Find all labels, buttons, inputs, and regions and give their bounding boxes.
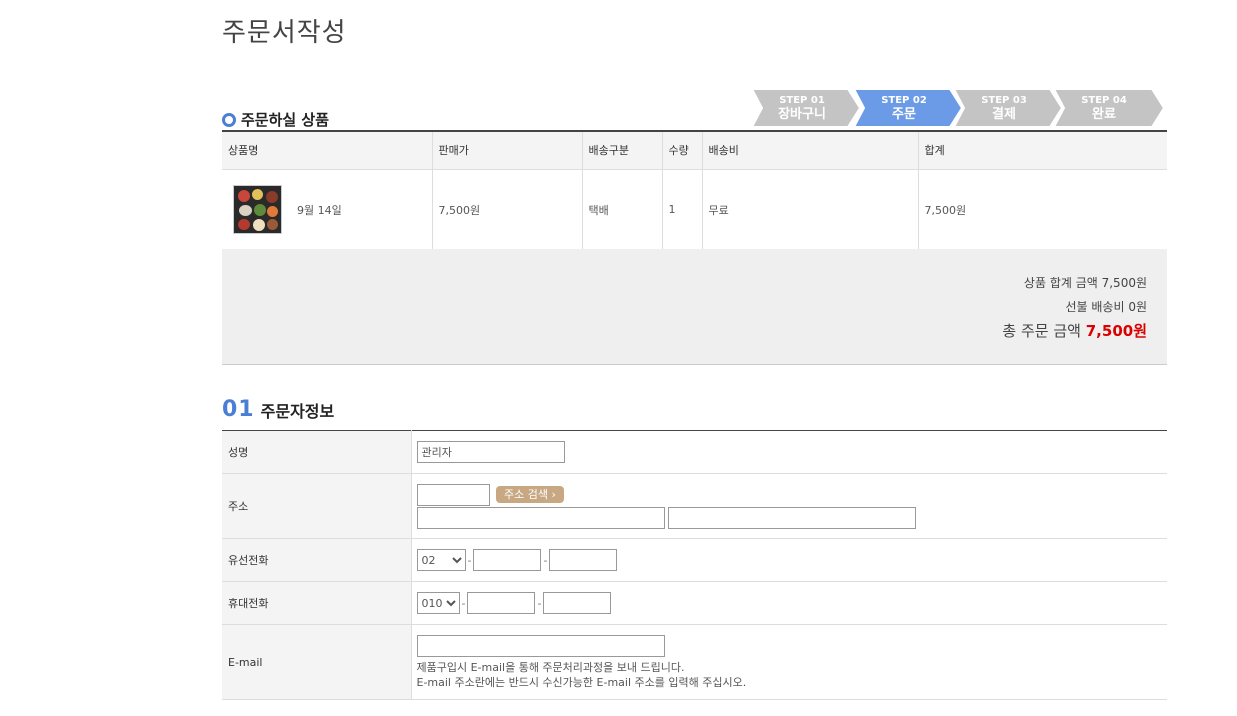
step-label: 완료 <box>1092 107 1116 122</box>
mobile-middle-input[interactable] <box>467 592 536 614</box>
order-summary: 상품 합계 금액 7,500원 선불 배송비 0원 총 주문 금액 7,500원 <box>222 249 1167 365</box>
circle-bullet-icon <box>222 112 236 127</box>
step-number: STEP 04 <box>1081 95 1127 106</box>
phone-label: 유선전화 <box>222 538 412 582</box>
step-number: STEP 03 <box>981 95 1027 106</box>
table-row: 9월 14일 7,500원 택배 1 무료 7,500원 <box>222 169 1167 251</box>
prepaid-shipping-amount: 선불 배송비 0원 <box>1065 300 1147 314</box>
step-label: 주문 <box>892 107 916 122</box>
email-input[interactable] <box>416 634 665 657</box>
zipcode-input[interactable] <box>416 483 490 506</box>
col-header: 배송비 <box>702 130 919 170</box>
col-header: 판매가 <box>432 130 583 170</box>
mobile-last-input[interactable] <box>543 592 612 614</box>
name-input[interactable] <box>416 441 565 463</box>
mobile-label: 휴대전화 <box>222 581 412 625</box>
step-label: 결제 <box>992 107 1016 122</box>
product-thumbnail[interactable] <box>233 185 282 234</box>
form-row-address: 주소 주소 검색 › <box>222 473 1167 539</box>
page-title: 주문서작성 <box>222 18 347 48</box>
col-header: 상품명 <box>222 130 433 170</box>
address-search-button[interactable]: 주소 검색 › <box>496 485 564 503</box>
col-header: 배송구분 <box>582 130 663 170</box>
col-header: 합계 <box>918 130 1167 170</box>
form-row-name: 성명 <box>222 430 1167 474</box>
phone-middle-input[interactable] <box>473 549 542 571</box>
phone-last-input[interactable] <box>549 549 618 571</box>
product-shipping-type: 택배 <box>582 169 663 251</box>
form-row-email: E-mail 제품구입시 E-mail을 통해 주문처리과정을 보내 드립니다.… <box>222 624 1168 700</box>
grand-total: 총 주문 금액 7,500원 <box>1002 320 1147 341</box>
grand-total-value: 7,500원 <box>1085 322 1147 340</box>
product-total-amount: 상품 합계 금액 7,500원 <box>1023 276 1147 290</box>
address-line1-input[interactable] <box>416 506 665 529</box>
step-complete: STEP 04 완료 <box>1054 89 1166 127</box>
form-row-mobile: 휴대전화 010- - <box>222 581 1167 625</box>
step-label: 장바구니 <box>778 107 826 122</box>
mobile-prefix-select[interactable]: 010 <box>416 592 460 614</box>
order-items-table: 상품명 판매가 배송구분 수량 배송비 합계 9월 14일 7,500원 택배 … <box>222 130 1167 251</box>
name-label: 성명 <box>222 430 412 474</box>
product-name[interactable]: 9월 14일 <box>297 202 342 218</box>
order-items-heading: 주문하실 상품 <box>222 109 329 130</box>
product-total: 7,500원 <box>918 169 1167 251</box>
form-row-phone: 유선전화 02- - <box>222 538 1167 582</box>
step-payment: STEP 03 결제 <box>954 89 1066 127</box>
step-order: STEP 02 주문 <box>854 89 966 127</box>
product-shipping-fee: 무료 <box>702 169 919 251</box>
product-price: 7,500원 <box>432 169 583 251</box>
orderer-info-title: 주문자정보 <box>260 401 335 421</box>
order-steps: STEP 01 장바구니 STEP 02 주문 STEP 03 결제 STEP 04 완… <box>752 89 1166 127</box>
orderer-info-heading: 01 주문자정보 <box>222 397 334 422</box>
email-notice: 제품구입시 E-mail을 통해 주문처리과정을 보내 드립니다. E-mail… <box>417 660 1168 690</box>
step-number: STEP 02 <box>881 95 927 106</box>
address-line2-input[interactable] <box>668 506 916 529</box>
phone-prefix-select[interactable]: 02 <box>416 549 466 571</box>
step-cart: STEP 01 장바구니 <box>752 89 864 127</box>
section-number: 01 <box>222 397 255 422</box>
email-notice-line: 제품구입시 E-mail을 통해 주문처리과정을 보내 드립니다. <box>416 660 685 674</box>
chevron-right-icon: › <box>551 487 556 501</box>
order-items-title: 주문하실 상품 <box>241 111 330 129</box>
email-notice-line: E-mail 주소란에는 반드시 수신가능한 E-mail 주소를 입력해 주십… <box>416 675 747 689</box>
step-number: STEP 01 <box>779 95 825 106</box>
email-label: E-mail <box>222 624 412 700</box>
address-search-label: 주소 검색 <box>504 487 548 501</box>
address-label: 주소 <box>222 473 412 539</box>
product-qty: 1 <box>662 169 703 251</box>
grand-total-label: 총 주문 금액 <box>1002 322 1081 340</box>
orderer-info-table: 성명 주소 주소 검색 › 유선전화 02-- 휴대전화 010-- E-mai… <box>222 430 1167 700</box>
col-header: 수량 <box>662 130 703 170</box>
